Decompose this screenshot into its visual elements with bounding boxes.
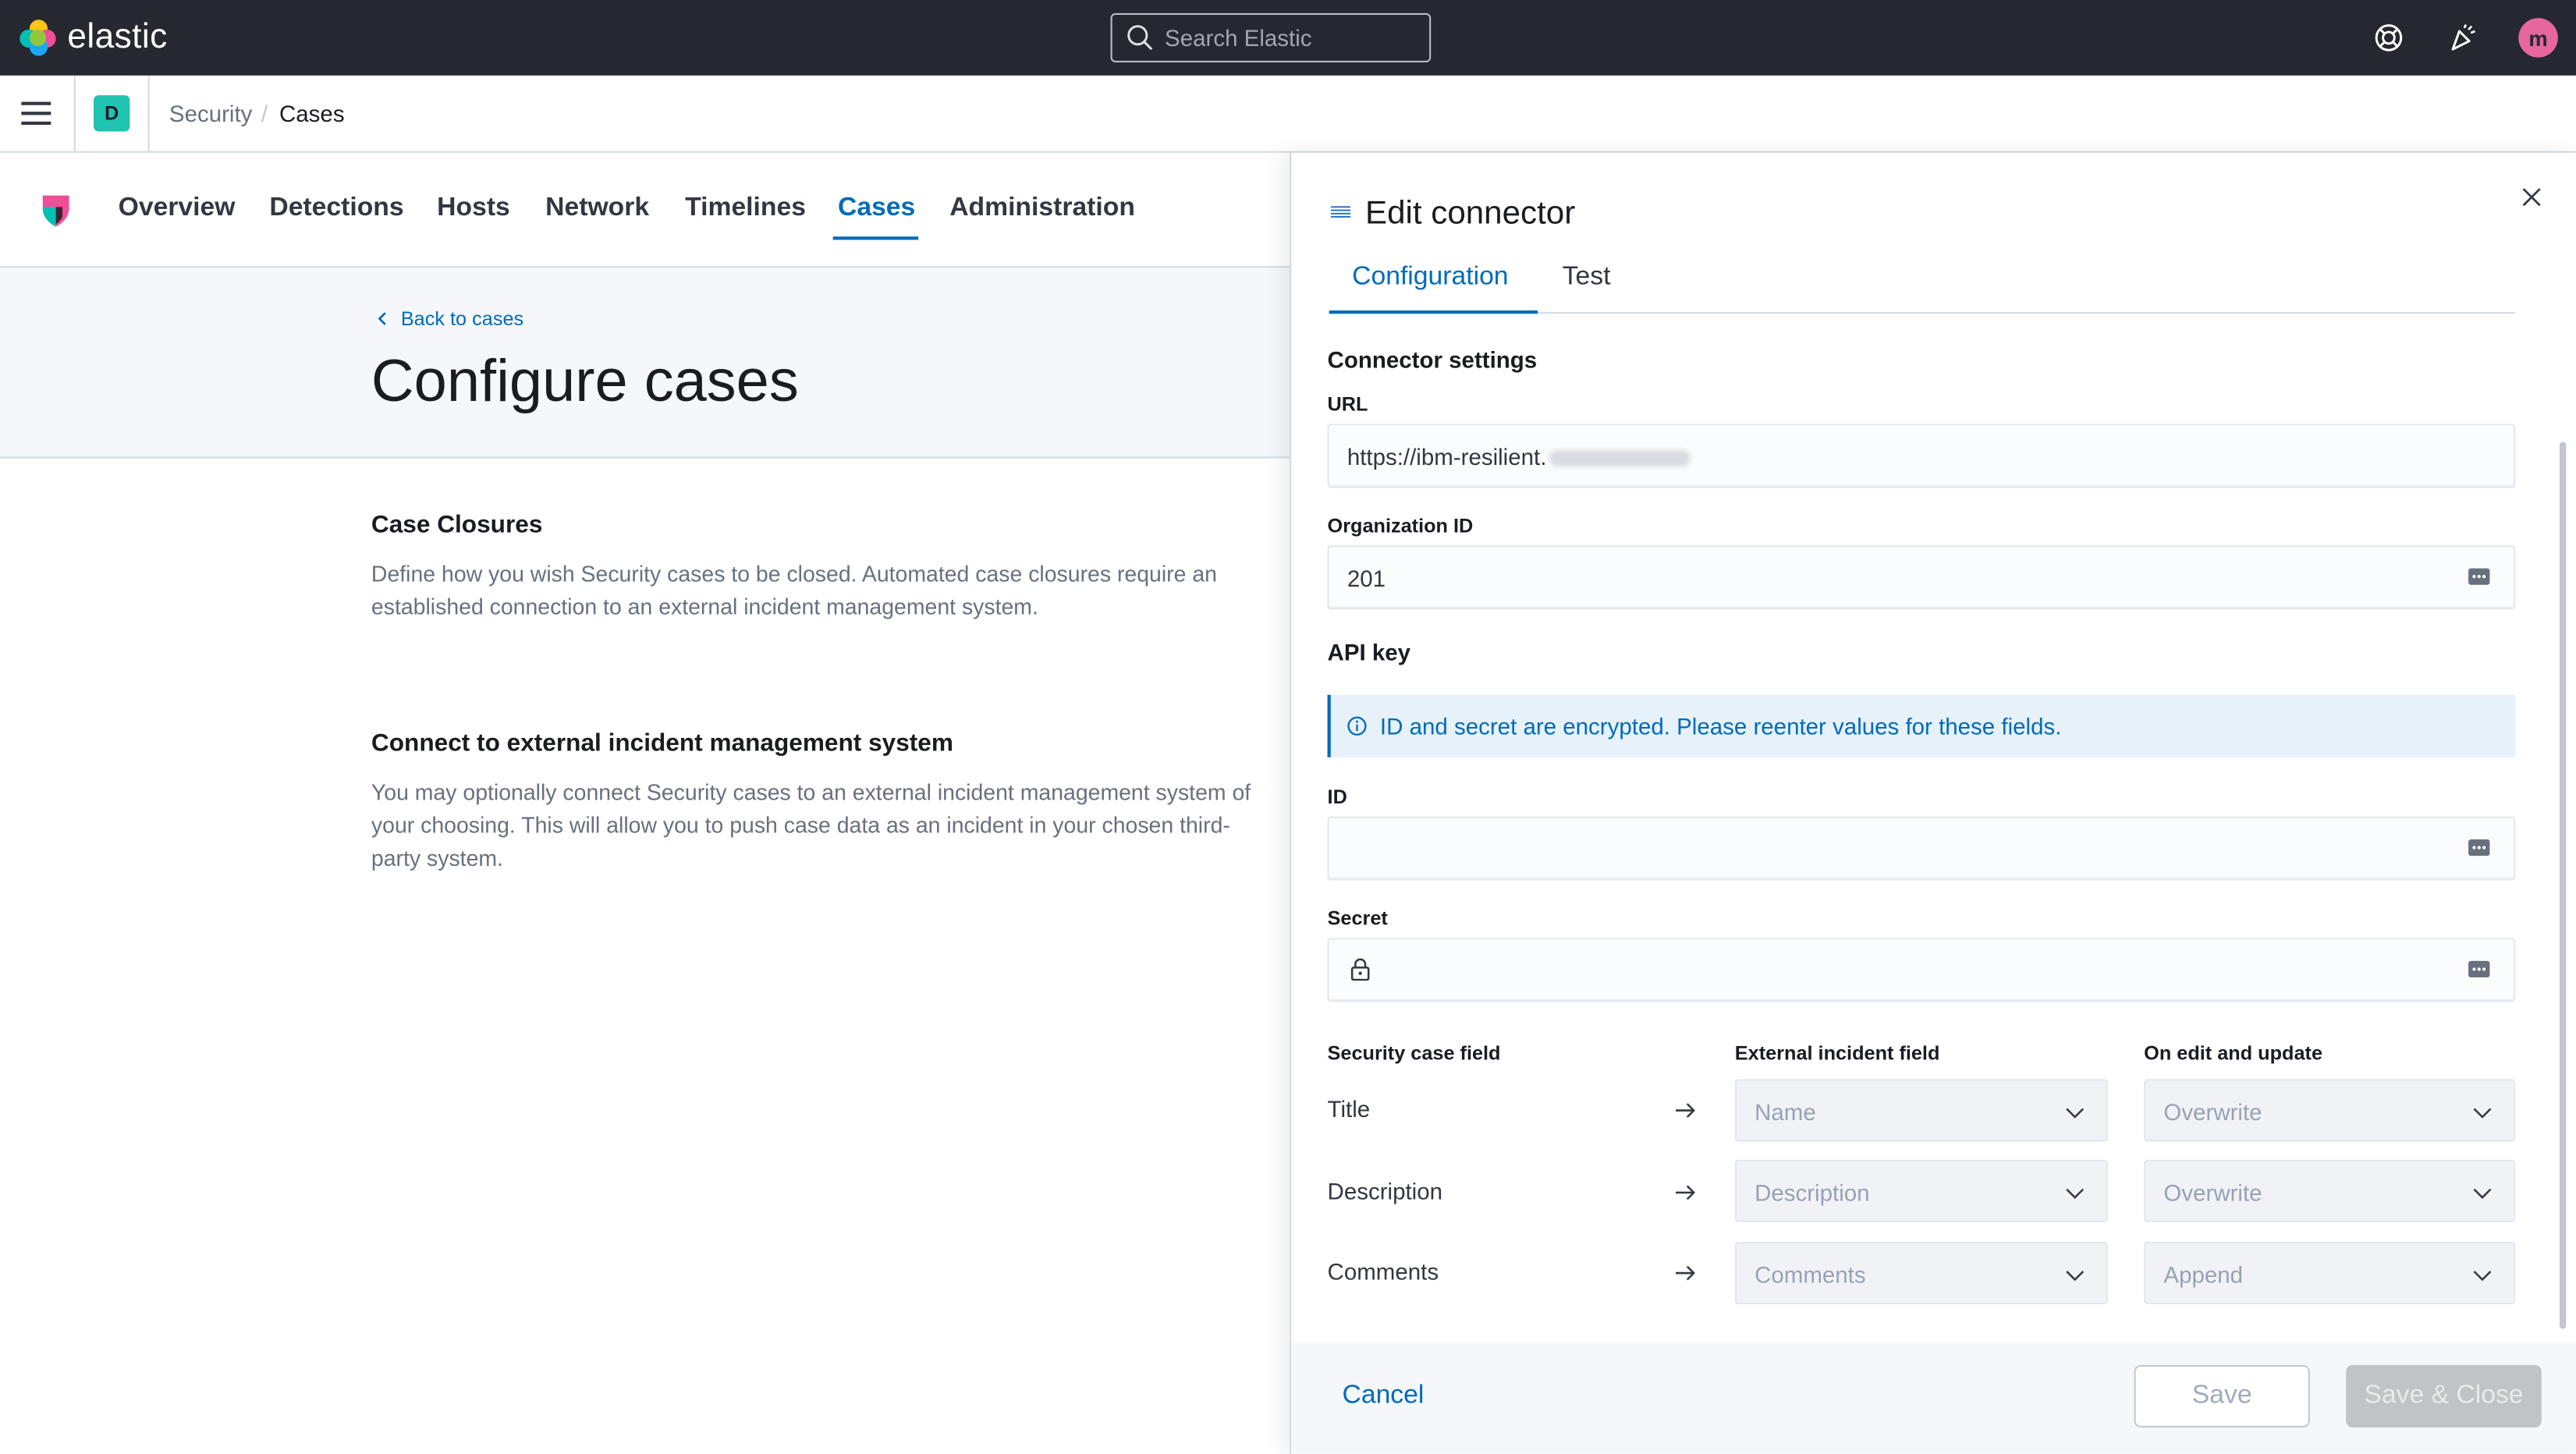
arrow-right-icon [1675, 1265, 1695, 1281]
tab-configuration[interactable]: Configuration [1352, 263, 1508, 293]
chevron-left-icon [378, 312, 386, 325]
tab-hosts[interactable]: Hosts [437, 193, 510, 223]
select-value: Append [2163, 1261, 2244, 1289]
external-field-select-comments[interactable]: Comments [1734, 1242, 2108, 1305]
top-header: elastic Search Elastic m [0, 0, 2576, 76]
organization-id-value: 201 [1347, 565, 1386, 592]
tab-test[interactable]: Test [1563, 263, 1611, 293]
url-field[interactable]: https://ibm-resilient. [1327, 424, 2516, 488]
url-label: URL [1327, 392, 1368, 416]
chevron-down-icon [2066, 1188, 2085, 1199]
security-logo-icon [42, 195, 69, 227]
organization-id-label: Organization ID [1327, 514, 1474, 537]
brand-name: elastic [67, 18, 168, 56]
tab-detections[interactable]: Detections [269, 193, 403, 223]
menu-icon[interactable] [21, 101, 51, 126]
select-value: Comments [1755, 1261, 1866, 1289]
callout-text: ID and secret are encrypted. Please reen… [1379, 712, 2062, 739]
edit-connector-flyout: Edit connector Configuration Test Connec… [1290, 152, 2576, 1454]
select-value: Description [1755, 1179, 1870, 1206]
arrow-right-icon [1675, 1185, 1695, 1200]
tab-timelines[interactable]: Timelines [685, 193, 806, 223]
connector-settings-heading: Connector settings [1327, 346, 1538, 374]
tab-network[interactable]: Network [545, 193, 649, 223]
select-value: Name [1755, 1098, 1816, 1126]
action-select-title[interactable]: Overwrite [2144, 1079, 2516, 1142]
chevron-down-icon [2473, 1108, 2492, 1119]
search-input[interactable]: Search Elastic [1165, 25, 1311, 51]
app-root: elastic Search Elastic m D Security / Ca… [0, 0, 2576, 1454]
save-button[interactable]: Save [2134, 1364, 2310, 1428]
url-value: https://ibm-resilient. [1347, 444, 1691, 470]
close-icon[interactable] [2520, 186, 2542, 208]
save-and-close-button[interactable]: Save & Close [2346, 1364, 2542, 1428]
chevron-down-icon [2473, 1271, 2492, 1282]
arrow-right-icon [1675, 1103, 1695, 1118]
news-feed-button[interactable] [2445, 20, 2481, 55]
user-avatar[interactable]: m [2518, 18, 2558, 58]
select-value: Overwrite [2163, 1098, 2262, 1126]
active-tab-indicator [832, 236, 919, 240]
space-badge[interactable]: D [94, 95, 130, 132]
breadcrumb-security[interactable]: Security [169, 100, 253, 126]
redacted-text [1549, 450, 1691, 467]
mapping-header-external: External incident field [1734, 1041, 1940, 1065]
tab-cases[interactable]: Cases [838, 193, 915, 223]
page-header: Back to cases Configure cases [0, 268, 1290, 459]
action-select-description[interactable]: Overwrite [2144, 1159, 2516, 1222]
elastic-logo-icon [20, 20, 56, 56]
external-field-select-description[interactable]: Description [1734, 1159, 2108, 1222]
action-select-comments[interactable]: Append [2144, 1242, 2516, 1305]
tab-overview[interactable]: Overview [119, 193, 236, 223]
cancel-button[interactable]: Cancel [1342, 1381, 1424, 1411]
connect-system-title: Connect to external incident management … [371, 729, 953, 757]
flyout-footer: Cancel Save Save & Close [1291, 1342, 2576, 1454]
organization-id-field[interactable]: 201 [1327, 545, 2516, 610]
help-button[interactable] [2371, 20, 2407, 55]
breadcrumb-cases: Cases [279, 100, 345, 127]
divider [73, 75, 76, 151]
breadcrumb-bar: D Security / Cases [0, 75, 2576, 153]
secret-label: Secret [1327, 906, 1388, 930]
case-closures-title: Case Closures [371, 510, 543, 539]
back-to-cases-link[interactable]: Back to cases [374, 307, 523, 330]
flyout-title: Edit connector [1364, 195, 1576, 232]
case-closures-description: Define how you wish Security cases to be… [371, 562, 1217, 619]
mapping-field-description: Description [1327, 1177, 1443, 1204]
divider [147, 75, 150, 151]
back-link-label[interactable]: Back to cases [401, 307, 523, 330]
mapping-field-comments: Comments [1327, 1258, 1439, 1285]
secret-field[interactable] [1327, 938, 2516, 1002]
mapping-header-action: On edit and update [2144, 1041, 2323, 1065]
search-icon [1127, 25, 1153, 51]
mapping-header-security: Security case field [1327, 1041, 1501, 1065]
mapping-field-title: Title [1327, 1095, 1371, 1122]
password-manager-icon[interactable] [2468, 959, 2490, 979]
chevron-down-icon [2473, 1188, 2492, 1199]
chevron-down-icon [2066, 1108, 2085, 1119]
help-icon [2375, 24, 2403, 51]
security-nav: Overview Detections Hosts Network Timeli… [0, 152, 1290, 268]
active-tab-indicator [1329, 310, 1538, 314]
cheer-icon [2451, 23, 2476, 51]
password-manager-icon[interactable] [2468, 567, 2490, 587]
password-manager-icon[interactable] [2468, 838, 2490, 857]
tab-administration[interactable]: Administration [949, 193, 1135, 223]
chevron-down-icon [2066, 1271, 2085, 1282]
encryption-callout: ID and secret are encrypted. Please reen… [1327, 694, 2516, 757]
select-value: Overwrite [2163, 1179, 2262, 1206]
flyout-scrollbar[interactable] [2559, 442, 2567, 1329]
external-field-select-title[interactable]: Name [1734, 1079, 2108, 1142]
ibm-logo-icon [1330, 206, 1351, 218]
api-key-heading: API key [1327, 639, 1411, 665]
id-label: ID [1327, 785, 1347, 809]
breadcrumb-separator: / [261, 100, 268, 127]
id-field[interactable] [1327, 816, 2516, 881]
global-search[interactable]: Search Elastic [1110, 12, 1432, 63]
connect-system-description: You may optionally connect Security case… [371, 780, 1251, 871]
lock-icon [1350, 958, 1370, 981]
info-icon [1347, 716, 1367, 736]
elastic-logo[interactable]: elastic [20, 18, 167, 58]
page-title: Configure cases [371, 346, 799, 414]
